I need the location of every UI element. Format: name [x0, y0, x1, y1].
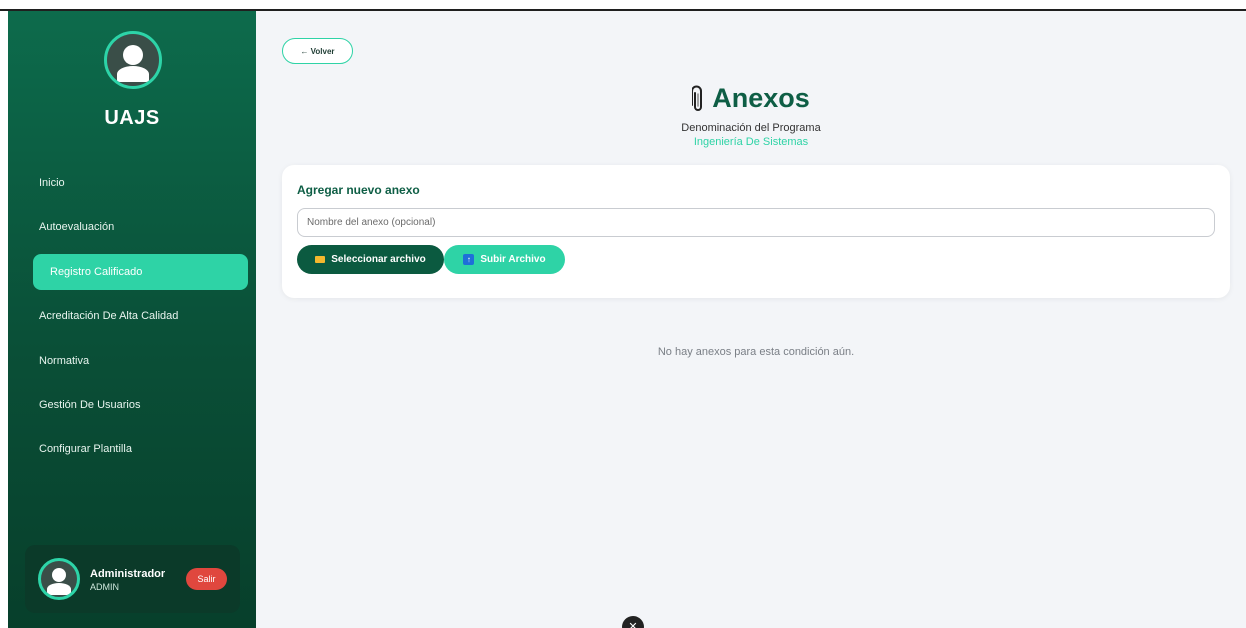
upload-file-label: Subir Archivo: [480, 254, 546, 265]
empty-state-message: No hay anexos para esta condición aún.: [657, 346, 855, 358]
folder-icon: [315, 256, 326, 263]
page-title: Anexos: [712, 83, 810, 113]
avatar: [104, 31, 162, 89]
sidebar-item-registro-calificado[interactable]: Registro Calificado: [33, 253, 248, 290]
program-name: Ingeniería De Sistemas: [693, 135, 809, 148]
user-avatar: [38, 558, 80, 600]
upload-file-button[interactable]: ↑ Subir Archivo: [444, 245, 565, 274]
logout-button[interactable]: Salir: [186, 568, 227, 590]
user-role: ADMIN: [90, 582, 119, 592]
sidebar-item-acreditacion[interactable]: Acreditación De Alta Calidad: [33, 298, 248, 334]
main-content: ← Volver Anexos Denominación del Program…: [256, 11, 1246, 628]
brand-title: UAJS: [104, 107, 160, 129]
upload-icon: ↑: [463, 254, 475, 265]
sidebar-item-configurar-plantilla[interactable]: Configurar Plantilla: [33, 431, 248, 467]
user-icon-body: [117, 66, 149, 82]
page-header: Anexos Denominación del Programa Ingenie…: [256, 83, 1246, 148]
paperclip-icon: [692, 85, 703, 111]
title-row: Anexos: [692, 83, 810, 114]
user-icon-body: [47, 583, 71, 595]
card-title: Agregar nuevo anexo: [297, 183, 420, 197]
sidebar-nav: Inicio Autoevaluación Registro Calificad…: [33, 165, 248, 476]
select-file-button[interactable]: Seleccionar archivo: [297, 245, 444, 274]
sidebar-item-gestion-usuarios[interactable]: Gestión De Usuarios: [33, 387, 248, 423]
select-file-label: Seleccionar archivo: [331, 254, 426, 265]
sidebar-item-autoevaluacion[interactable]: Autoevaluación: [33, 209, 248, 245]
sidebar-item-normativa[interactable]: Normativa: [33, 343, 248, 379]
user-icon-head: [123, 45, 143, 65]
user-card: Administrador ADMIN Salir: [25, 545, 240, 613]
user-icon-head: [52, 568, 66, 582]
user-name: Administrador: [90, 568, 166, 580]
back-button[interactable]: ← Volver: [282, 38, 353, 64]
annex-name-input[interactable]: [297, 208, 1215, 237]
add-annex-card: Agregar nuevo anexo Seleccionar archivo …: [282, 165, 1230, 298]
program-caption: Denominación del Programa: [681, 121, 821, 134]
sidebar-item-inicio[interactable]: Inicio: [33, 165, 248, 201]
sidebar: UAJS Inicio Autoevaluación Registro Cali…: [8, 11, 256, 628]
